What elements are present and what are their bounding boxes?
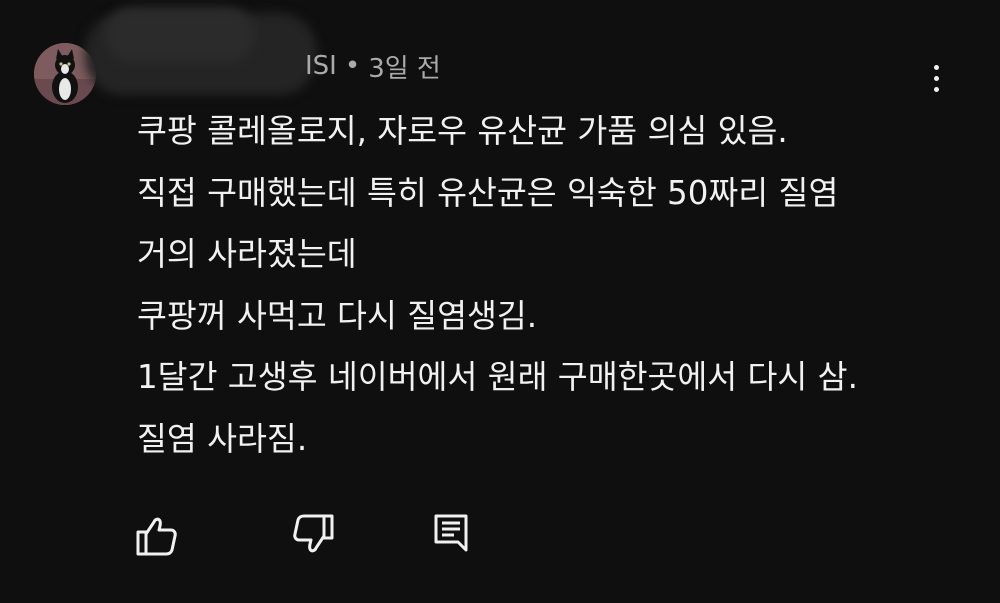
reply-button[interactable] <box>430 512 476 558</box>
comment-timestamp[interactable]: 3일 전 <box>368 48 441 85</box>
like-button[interactable] <box>134 512 180 558</box>
comment-line: 질염 사라짐. <box>137 419 308 458</box>
redacted-blur <box>105 7 255 63</box>
meta-separator: • <box>344 51 361 81</box>
comment-header: ISI • 3일 전 <box>85 7 441 95</box>
more-actions-button[interactable] <box>916 56 956 100</box>
author-name-container[interactable]: ISI <box>85 7 337 95</box>
comment-line: 쿠팡 콜레올로지, 자로우 유산균 가품 의심 있음. <box>137 112 788 150</box>
thumbs-up-icon <box>136 517 177 556</box>
thumbs-down-icon <box>293 514 334 553</box>
comment-line: 쿠팡꺼 사먹고 다시 질염생김. <box>137 296 538 335</box>
comment-line: 1달간 고생후 네이버에서 원래 구매한곳에서 다시 삼. <box>137 358 858 396</box>
comment-body: 쿠팡 콜레올로지, 자로우 유산균 가품 의심 있음. 직접 구매했는데 특히 … <box>137 101 977 470</box>
dislike-button[interactable] <box>290 512 336 558</box>
comment-line: 직접 구매했는데 특히 유산균은 익숙한 50짜리 질염 <box>137 173 839 212</box>
more-vertical-icon <box>933 75 939 81</box>
more-vertical-icon <box>933 86 939 92</box>
comment-line: 거의 사라졌는데 <box>137 235 357 273</box>
reply-comment-icon <box>434 514 468 552</box>
author-name[interactable]: ISI <box>305 51 337 81</box>
comment-thread: ISI • 3일 전 쿠팡 콜레올로지, 자로우 유산균 가품 의심 있음. 직… <box>0 0 1000 603</box>
more-vertical-icon <box>933 64 939 70</box>
